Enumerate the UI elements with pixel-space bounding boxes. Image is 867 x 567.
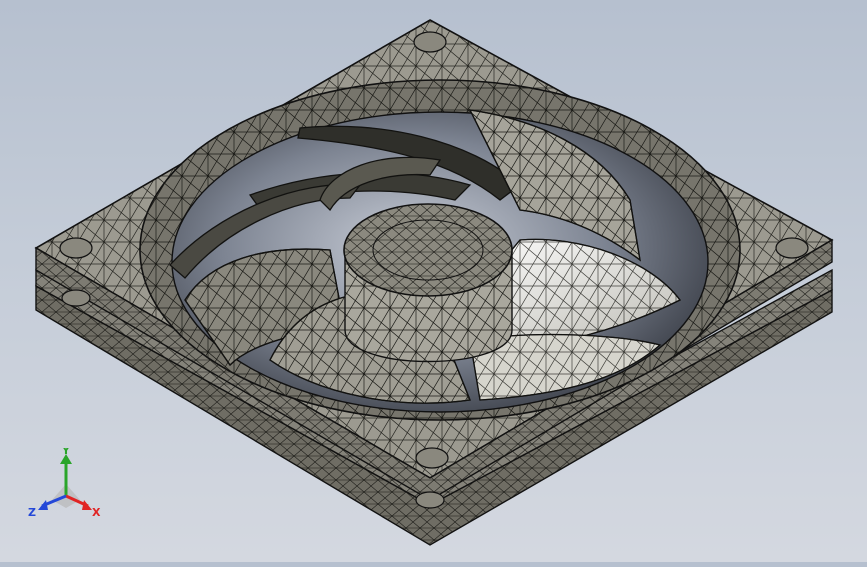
fan-hub bbox=[343, 203, 513, 363]
x-axis-label: X bbox=[92, 506, 101, 519]
fan-model[interactable] bbox=[0, 0, 867, 562]
view-orientation-triad[interactable]: Y X Z bbox=[26, 444, 106, 524]
x-arrow-icon bbox=[82, 500, 92, 510]
z-axis-label: Z bbox=[28, 506, 36, 519]
graphics-viewport[interactable] bbox=[0, 0, 867, 562]
y-axis-label: Y bbox=[61, 448, 71, 457]
z-arrow-icon bbox=[38, 500, 48, 510]
